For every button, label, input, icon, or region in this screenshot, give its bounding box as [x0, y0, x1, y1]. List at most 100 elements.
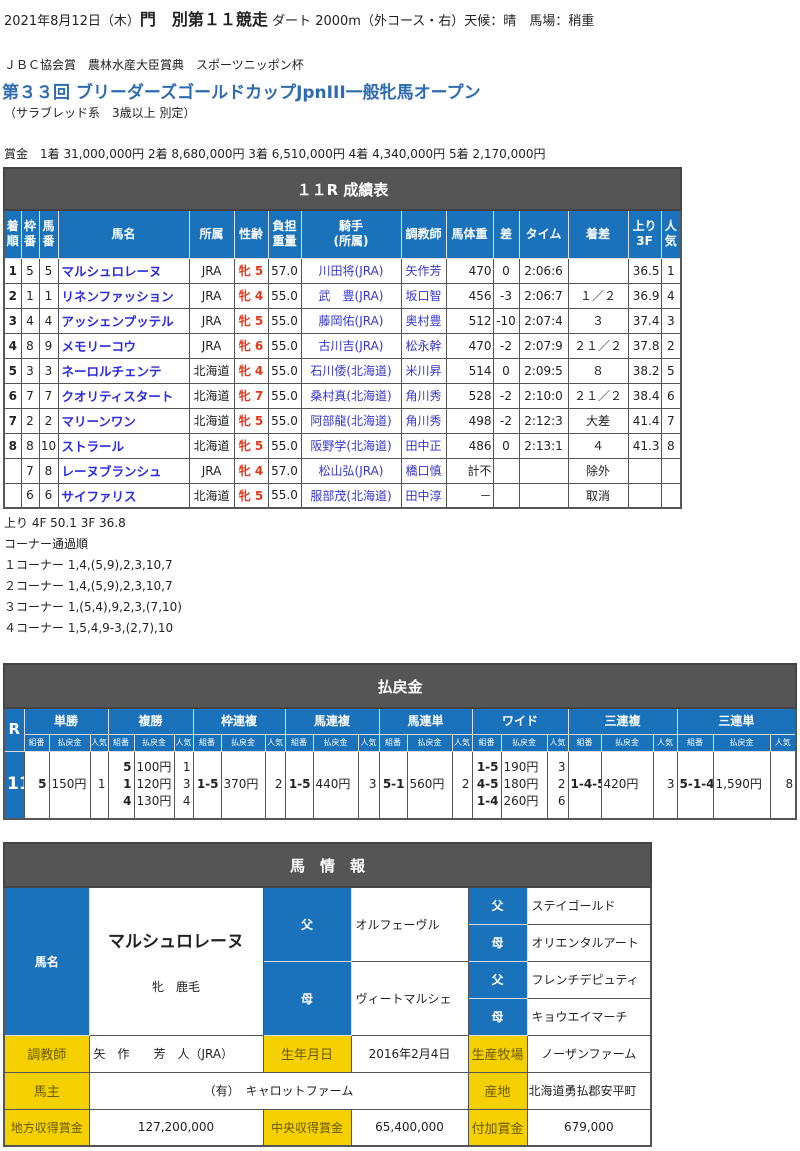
- dam-dam-label: 母: [467, 997, 528, 1036]
- horse-name-link[interactable]: レーヌブランシュ: [57, 457, 190, 484]
- sex-age: 牝 5: [233, 482, 269, 509]
- central-prize: 65,400,000: [350, 1108, 469, 1147]
- horse-name-link[interactable]: メモリーコウ: [57, 332, 190, 359]
- race-number: 門 別第１１競走: [139, 10, 268, 29]
- trainer-link[interactable]: 田中正: [400, 432, 447, 459]
- payout-amount: 440円: [315, 777, 351, 792]
- margin: 取消: [567, 482, 629, 509]
- jockey-link[interactable]: 桑村真(北海道): [300, 382, 402, 409]
- jockey-link[interactable]: 阿部龍(北海道): [300, 407, 402, 434]
- weight-carried: 55.0: [267, 332, 302, 359]
- popularity-cell: 3: [652, 750, 678, 820]
- combination: 1-4: [476, 794, 499, 809]
- frame-number: 3: [20, 357, 40, 384]
- corner-title: コーナー通過順: [4, 537, 89, 551]
- column-header: 負担 重量: [267, 209, 302, 259]
- race-name: 第３３回 ブリーダーズゴールドカップJpnIII一般牝馬オープン: [2, 83, 481, 103]
- jockey-link[interactable]: 石川倭(北海道): [300, 357, 402, 384]
- jockey-link[interactable]: 武 豊(JRA): [300, 282, 402, 309]
- weight-carried: 55.0: [267, 307, 302, 334]
- sub-header: 組番: [192, 733, 222, 752]
- trainer-link[interactable]: 米川昇: [400, 357, 447, 384]
- rank: 6: [3, 382, 22, 409]
- bet-type-header: 三連複: [567, 707, 678, 735]
- results-table: １１R 成績表 着 順枠 番馬 番馬名 所属 性齢 負担 重量 騎手 (所属) 調教師 馬体…: [2, 167, 683, 509]
- trainer-link[interactable]: 坂口智: [400, 282, 447, 309]
- course-weather: ダート 2000m（外コース・右）天候：晴 馬場：稍重: [272, 14, 595, 29]
- popularity: 3: [557, 760, 566, 775]
- horse-name-link[interactable]: マルシュロレーヌ: [57, 257, 190, 284]
- payout-amount: 120円: [136, 777, 172, 792]
- payout-amount: 560円: [409, 777, 445, 792]
- trainer-link[interactable]: 奥村豊: [400, 307, 447, 334]
- payout-amount: 370円: [223, 777, 259, 792]
- local-prize: 127,200,000: [88, 1108, 264, 1147]
- horse-weight: 512: [445, 307, 494, 334]
- combination: 5: [123, 760, 132, 775]
- table-row: 7 2 2 マリーンワン 北海道牝 5 55.0 阿部龍(北海道) 角川秀 498 -2 2:12:…: [3, 407, 682, 434]
- horse-weight: 528: [445, 382, 494, 409]
- horse-weight: 470: [445, 332, 494, 359]
- trainer-link[interactable]: 松永幹: [400, 332, 447, 359]
- trainer-link[interactable]: 橋口慎: [400, 457, 447, 484]
- table-row: 4 8 9 メモリーコウ JRA 牝 6 55.0 古川吉(JRA) 松永幹 470 -2 2:07:…: [3, 332, 682, 359]
- breeder-label: 生産牧場: [467, 1034, 528, 1073]
- weight-diff: -3: [492, 282, 520, 309]
- bet-type-header: 複勝: [107, 707, 194, 735]
- horse-name-link[interactable]: マリーンワン: [57, 407, 190, 434]
- sire-label: 父: [262, 886, 352, 962]
- trainer-link[interactable]: 角川秀: [400, 382, 447, 409]
- horse-number: 7: [38, 382, 59, 409]
- last-3f: 37.8: [627, 332, 662, 359]
- weight-carried: 55.0: [267, 482, 302, 509]
- combination: 5-1-4: [679, 777, 713, 792]
- weight-diff: [492, 457, 520, 484]
- horse-name-link[interactable]: ネーロルチェンテ: [57, 357, 190, 384]
- finish-time: 2:06:6: [518, 257, 569, 284]
- affiliation: 北海道: [188, 357, 235, 384]
- birth-label: 生年月日: [262, 1034, 352, 1073]
- payout-amount-cell: 560円: [406, 750, 453, 820]
- jockey-link[interactable]: 川田将(JRA): [300, 257, 402, 284]
- payout-amount-cell: 370円: [220, 750, 266, 820]
- horse-name-link[interactable]: クオリティスタート: [57, 382, 190, 409]
- rank: 7: [3, 407, 22, 434]
- trainer-link[interactable]: 角川秀: [400, 407, 447, 434]
- sex-age: 牝 4: [233, 357, 269, 384]
- sub-header: 人気: [769, 733, 797, 752]
- trainer-link[interactable]: 矢作芳: [400, 257, 447, 284]
- table-row: 6 6 サイファリス 北海道牝 5 55.0 服部茂(北海道) 田中淳－取消: [3, 482, 682, 509]
- jockey-link[interactable]: 阪野学(北海道): [300, 432, 402, 459]
- popularity-cell: 1: [89, 750, 109, 820]
- horse-name-link[interactable]: リネンファッション: [57, 282, 190, 309]
- horse-name-link[interactable]: アッシェンプッテル: [57, 307, 190, 334]
- finish-time: [518, 457, 569, 484]
- weight-diff: 0: [492, 357, 520, 384]
- sub-header: 人気: [173, 733, 194, 752]
- finish-time: 2:12:3: [518, 407, 569, 434]
- sub-header: 払戻金: [133, 733, 175, 752]
- jockey-link[interactable]: 服部茂(北海道): [300, 482, 402, 509]
- finish-time: [518, 482, 569, 509]
- owner-label: 馬主: [3, 1071, 90, 1110]
- jockey-link[interactable]: 古川吉(JRA): [300, 332, 402, 359]
- affiliation: JRA: [188, 457, 235, 484]
- combination: 1: [123, 777, 132, 792]
- last-3f: 37.4: [627, 307, 662, 334]
- jockey-link[interactable]: 松山弘(JRA): [300, 457, 402, 484]
- horse-name-link[interactable]: サイファリス: [57, 482, 190, 509]
- jockey-link[interactable]: 藤岡佑(JRA): [300, 307, 402, 334]
- affiliation: JRA: [188, 332, 235, 359]
- trainer-link[interactable]: 田中淳: [400, 482, 447, 509]
- horse-weight: 486: [445, 432, 494, 459]
- payout-amount-cell: 1,590円: [712, 750, 771, 820]
- dam: ヴィートマルシェ: [350, 960, 469, 1036]
- popularity: 1: [182, 760, 191, 775]
- horse-number: 1: [38, 282, 59, 309]
- horse-name-link[interactable]: ストラール: [57, 432, 190, 459]
- column-header: 着 順: [3, 209, 22, 259]
- rank: 3: [3, 307, 22, 334]
- sex-age: 牝 4: [233, 282, 269, 309]
- weight-diff: -2: [492, 407, 520, 434]
- finish-time: 2:10:0: [518, 382, 569, 409]
